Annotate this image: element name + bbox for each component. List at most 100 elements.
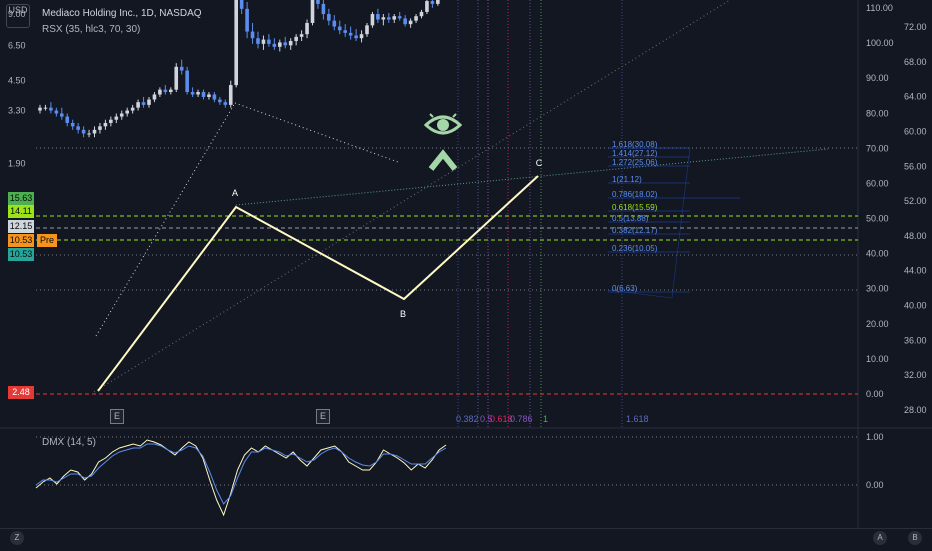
- candle-body: [174, 66, 179, 90]
- candle-body: [408, 20, 413, 25]
- eye-icon-pupil: [437, 119, 449, 131]
- fib-ext-label: 1.414(27.12): [612, 149, 658, 158]
- candle-body: [403, 18, 407, 25]
- earnings-marker[interactable]: E: [110, 409, 124, 424]
- candle-body: [245, 8, 249, 32]
- price-axis-tick: 68.00: [904, 57, 927, 67]
- rsx-indicator-label[interactable]: RSX (35, hlc3, 70, 30): [42, 24, 140, 35]
- auto-scale-button[interactable]: A: [873, 531, 887, 545]
- candle-body: [98, 126, 102, 130]
- fib-ext-label: 1.618(30.08): [612, 140, 658, 149]
- wave-abc-line: [97, 175, 539, 392]
- candle-body: [436, 0, 440, 4]
- candle-body: [256, 38, 260, 44]
- wave-label-b: B: [400, 309, 406, 319]
- candle-body: [163, 89, 168, 93]
- candle-body: [288, 40, 293, 46]
- candle-body: [321, 3, 326, 15]
- candle-body: [87, 133, 91, 135]
- candle-body: [114, 116, 119, 120]
- time-fib-label: 1.618: [626, 414, 649, 424]
- time-fib-label: 0.382: [456, 414, 479, 424]
- premarket-badge: Pre: [37, 234, 57, 247]
- zoom-button[interactable]: Z: [10, 531, 24, 545]
- candle-body: [76, 126, 80, 130]
- candle-body: [316, 0, 320, 4]
- candle-body: [92, 129, 97, 134]
- rsx-axis-tick: 10.00: [866, 354, 889, 364]
- price-axis-tick: 52.00: [904, 196, 927, 206]
- candle-body: [70, 122, 75, 127]
- candle-body: [381, 17, 386, 20]
- price-axis-tick: 56.00: [904, 161, 927, 171]
- rsx-axis-tick: 80.00: [866, 108, 889, 118]
- trend-dotted: [235, 148, 829, 206]
- candle-body: [327, 14, 331, 21]
- candle-body: [283, 42, 288, 46]
- candle-body: [141, 102, 146, 105]
- candle-body: [196, 92, 200, 95]
- candle-body: [425, 1, 429, 12]
- price-badge-last: 10.53: [8, 234, 34, 247]
- candle-body: [136, 102, 140, 108]
- candle-body: [109, 119, 113, 123]
- symbol-title[interactable]: Mediaco Holding Inc., 1D, NASDAQ: [42, 8, 202, 19]
- candle-body: [147, 99, 151, 105]
- candle-body: [228, 85, 233, 105]
- currency-label[interactable]: USD: [6, 4, 30, 28]
- candle-body: [343, 30, 347, 33]
- candle-body: [103, 122, 108, 127]
- fib-ext-label: 0.236(10.05): [612, 244, 658, 253]
- fib-ext-label: 0.5(13.88): [612, 214, 649, 223]
- price-axis-tick: 72.00: [904, 22, 927, 32]
- price-badge-12-15: 12.15: [8, 220, 34, 233]
- price-axis-tick: 32.00: [904, 370, 927, 380]
- trend-dotted: [234, 102, 399, 163]
- candle-body: [267, 39, 271, 44]
- candle-body: [430, 1, 435, 4]
- candle-body: [54, 110, 59, 114]
- candle-body: [332, 20, 337, 27]
- candle-body: [365, 25, 369, 35]
- dmx-axis-tick: 1.00: [866, 432, 884, 442]
- fib-ext-frame: [607, 147, 691, 299]
- dmx-line-fast: [35, 439, 447, 517]
- candle-body: [201, 92, 206, 97]
- candle-body: [250, 31, 255, 39]
- fib-ext-label: 1.272(25.06): [612, 158, 658, 167]
- candle-body: [294, 36, 298, 41]
- candle-body: [49, 107, 53, 111]
- price-badge-10-53: 10.53: [8, 248, 34, 261]
- left-axis-tick: 3.30: [8, 106, 26, 116]
- rsx-axis-tick: 0.00: [866, 389, 884, 399]
- dmx-indicator-label[interactable]: DMX (14, 5): [42, 437, 96, 448]
- rsx-axis-tick: 60.00: [866, 178, 889, 188]
- price-badge-14-11: 14.11: [8, 205, 34, 218]
- candle-body: [299, 34, 304, 37]
- candle-body: [370, 14, 375, 26]
- candle-body: [223, 102, 228, 105]
- rsx-axis-tick: 70.00: [866, 143, 889, 153]
- log-scale-button[interactable]: B: [908, 531, 922, 545]
- time-fib-label: 0.786: [510, 414, 533, 424]
- candle-body: [125, 110, 129, 114]
- price-chart[interactable]: 110.0080.0060.0044.0032.0024.009.006.504…: [0, 0, 932, 550]
- left-axis-tick: 1.90: [8, 159, 26, 169]
- candle-body: [38, 107, 42, 111]
- candle-body: [392, 16, 397, 20]
- candle-body: [185, 70, 189, 93]
- rsx-axis-tick: 20.00: [866, 319, 889, 329]
- fib-ext-label: 1(21.12): [612, 175, 642, 184]
- price-axis-tick: 44.00: [904, 266, 927, 276]
- dmx-line-slow: [35, 443, 447, 505]
- price-axis-tick: 40.00: [904, 301, 927, 311]
- candle-body: [376, 14, 380, 20]
- earnings-marker[interactable]: E: [316, 409, 330, 424]
- rsx-axis-tick: 50.00: [866, 214, 889, 224]
- candle-body: [158, 89, 162, 95]
- candle-body: [397, 16, 402, 19]
- fib-ext-label: 0.618(15.59): [612, 203, 658, 212]
- candle-body: [207, 94, 211, 97]
- candle-body: [152, 94, 157, 100]
- fib-ext-label: 0(6.63): [612, 284, 638, 293]
